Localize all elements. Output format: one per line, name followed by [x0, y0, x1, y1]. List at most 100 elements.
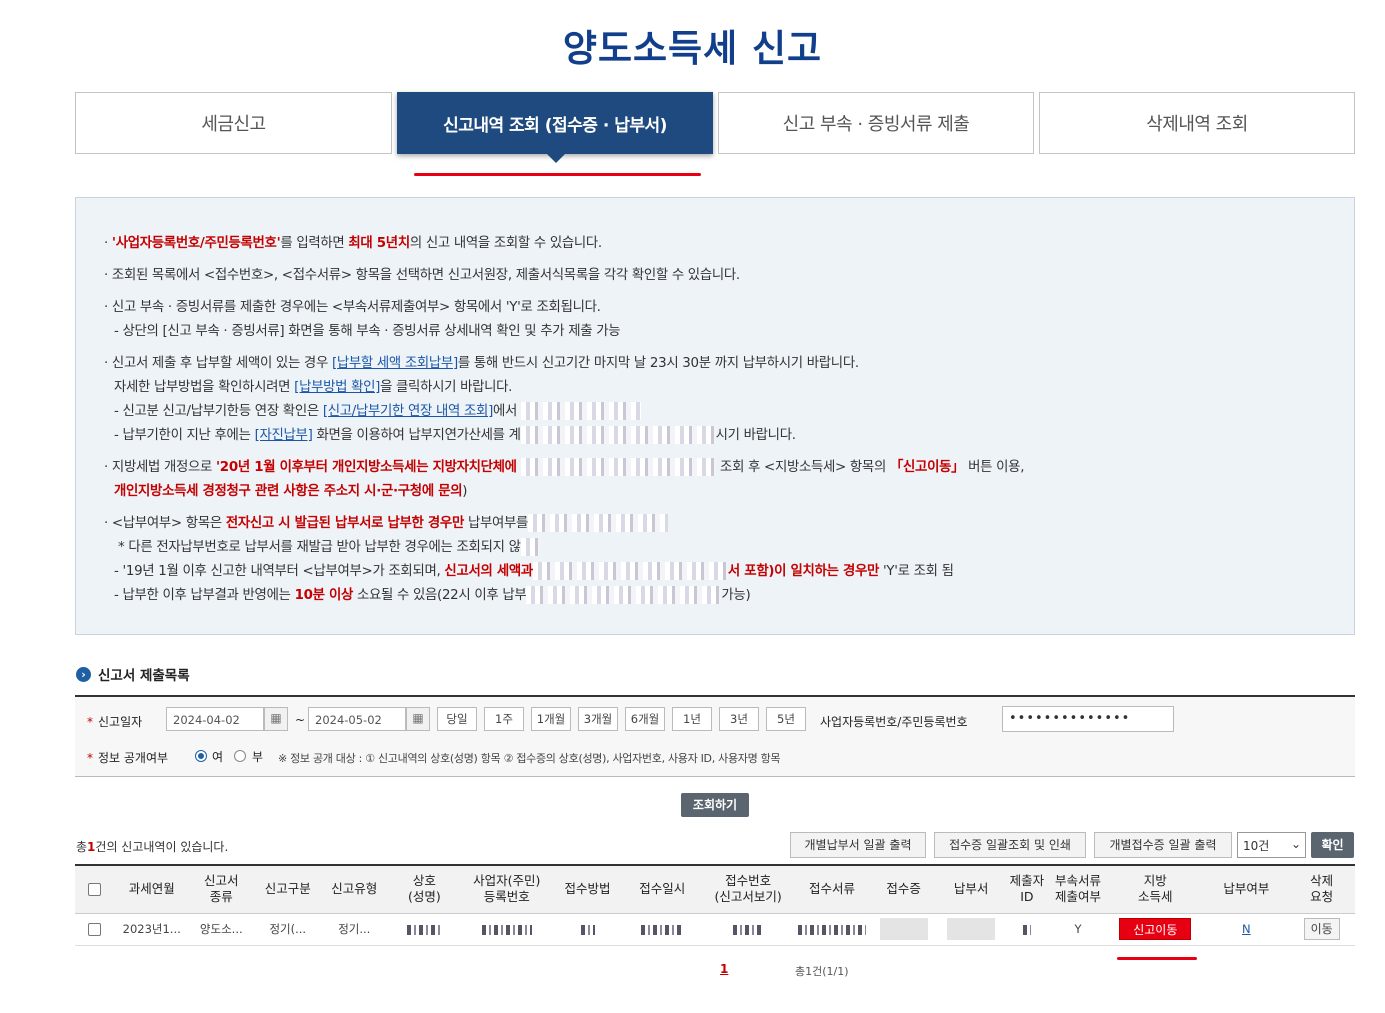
date-tilde: ~	[295, 713, 306, 727]
col-local-tax: 지방 소득세	[1106, 864, 1205, 914]
cell-payment-slip-redacted[interactable]	[938, 913, 1004, 946]
cell-local-tax: 신고이동	[1106, 913, 1205, 946]
paid-status-link[interactable]: N	[1242, 922, 1251, 936]
select-all-checkbox[interactable]	[75, 864, 115, 914]
registration-number-input[interactable]: ••••••••••••••	[1002, 706, 1174, 732]
redacted-area	[520, 426, 716, 444]
tab-highlight-mark	[414, 173, 701, 176]
cell-method-redacted	[551, 913, 624, 946]
link-self-payment[interactable]: [자진납부]	[255, 428, 313, 443]
public-no-label: 부	[252, 750, 264, 764]
local-tax-move-button[interactable]: 신고이동	[1119, 918, 1192, 940]
col-attachments: 부속서류 제출여부	[1049, 864, 1107, 914]
page-summary: 총1건(1/1)	[795, 965, 849, 978]
public-no-radio[interactable]	[234, 750, 246, 762]
notice-5: · 지방세법 개정으로 '20년 1월 이후부터 개인지방소득세는 지방자치단체…	[104, 458, 1025, 476]
col-reg-number: 사업자(주민) 등록번호	[461, 864, 552, 914]
date-label: * 신고일자	[87, 715, 143, 729]
cell-documents-redacted[interactable]	[795, 913, 869, 946]
print-payment-button[interactable]: 개별납부서 일괄 출력	[790, 832, 926, 858]
notice-6-sub3: - 납부한 이후 납부결과 반영에는 10분 이상 소요될 수 있음(22시 이…	[114, 586, 751, 604]
print-receipt-list-button[interactable]: 접수증 일괄조회 및 인쇄	[934, 832, 1086, 858]
redacted-area	[521, 458, 717, 476]
notice-1: · '사업자등록번호/주민등록번호'를 입력하면 최대 5년치의 신고 내역을 …	[104, 236, 602, 251]
active-tab-arrow	[546, 153, 566, 163]
date-to-input[interactable]: 2024-05-02	[308, 707, 406, 731]
link-extension-history[interactable]: [신고/납부기한 연장 내역 조회]	[323, 404, 493, 419]
col-kind: 신고유형	[321, 864, 387, 914]
tab-filing-history[interactable]: 신고내역 조회 (접수증 · 납부서)	[397, 92, 713, 163]
period-1week-button[interactable]: 1주	[484, 707, 524, 731]
cell-type: 정기(...	[254, 913, 322, 946]
link-payment-method[interactable]: [납부방법 확인]	[294, 380, 380, 395]
cell-datetime-redacted	[623, 913, 702, 946]
notice-4: · 신고서 제출 후 납부할 세액이 있는 경우 [납부할 세액 조회납부]를 …	[104, 356, 859, 371]
table-row: 2023년1... 양도소... 정기(... 정기... Y 신고이동 N 이…	[75, 913, 1355, 946]
notice-6: · <납부여부> 항목은 전자신고 시 발급된 납부서로 납부한 경우만 납부여…	[104, 511, 669, 532]
cell-receipt-number-redacted[interactable]	[701, 913, 796, 946]
page-title: 양도소득세 신고	[562, 27, 823, 70]
notice-6-sub1: * 다른 전자납부번호로 납부서를 재발급 받아 납부한 경우에는 조회되지 않	[118, 535, 541, 556]
notice-3: · 신고 부속 · 증빙서류를 제출한 경우에는 <부속서류제출여부> 항목에서…	[104, 300, 601, 315]
col-form: 신고서 종류	[188, 864, 255, 914]
table-header: 과세연월 신고서 종류 신고구분 신고유형 상호 (성명) 사업자(주민) 등록번호 …	[75, 864, 1355, 914]
public-yes-label: 여	[212, 750, 224, 764]
col-method: 접수방법	[551, 864, 624, 914]
calendar-icon[interactable]: ▦	[406, 707, 430, 731]
redacted-area	[520, 538, 541, 556]
cell-delete: 이동	[1288, 913, 1355, 946]
period-3month-button[interactable]: 3개월	[578, 707, 618, 731]
page-size-select[interactable]: 10건 ⌄	[1237, 832, 1306, 858]
col-delete: 삭제 요청	[1288, 864, 1355, 914]
tab-tax-filing[interactable]: 세금신고	[75, 92, 392, 154]
section-title: › 신고서 제출목록	[76, 664, 190, 684]
notice-2: · 조회된 목록에서 <접수번호>, <접수서류> 항목을 선택하면 신고서원장…	[104, 268, 740, 283]
calendar-icon[interactable]: ▦	[264, 707, 288, 731]
redacted-area	[526, 586, 722, 604]
redacted-area	[532, 562, 728, 580]
date-from-input[interactable]: 2024-04-02	[166, 707, 264, 731]
redacted-area	[521, 402, 642, 420]
confirm-button[interactable]: 확인	[1311, 832, 1354, 858]
page-link-current[interactable]: 1	[720, 962, 728, 976]
link-tax-payment[interactable]: [납부할 세액 조회납부]	[332, 356, 458, 371]
notice-4-line3: - 신고분 신고/납부기한등 연장 확인은 [신고/납부기한 연장 내역 조회]…	[114, 399, 642, 420]
cell-submitter-redacted	[1003, 913, 1050, 946]
public-yes-radio[interactable]	[195, 750, 207, 762]
print-receipt-button[interactable]: 개별접수증 일괄 출력	[1094, 832, 1232, 858]
public-label: * 정보 공개여부	[87, 751, 169, 765]
cell-kind: 정기...	[321, 913, 387, 946]
tab-attachments[interactable]: 신고 부속 · 증빙서류 제출	[718, 92, 1034, 154]
chevron-down-icon: ⌄	[1290, 837, 1301, 851]
search-button[interactable]: 조회하기	[681, 793, 749, 817]
id-label: 사업자등록번호/주민등록번호	[820, 715, 968, 729]
period-5year-button[interactable]: 5년	[766, 707, 806, 731]
row-checkbox[interactable]	[75, 913, 115, 946]
delete-request-button[interactable]: 이동	[1303, 918, 1340, 940]
notice-4-line2: 자세한 납부방법을 확인하시려면 [납부방법 확인]을 클릭하시기 바랍니다.	[114, 380, 513, 395]
period-today-button[interactable]: 당일	[437, 707, 477, 731]
cell-receipt-redacted[interactable]	[868, 913, 939, 946]
cell-name-redacted	[387, 913, 462, 946]
period-3year-button[interactable]: 3년	[719, 707, 759, 731]
notice-4-line4: - 납부기한이 지난 후에는 [자진납부] 화면을 이용하여 납부지연가산세를 …	[114, 426, 796, 444]
arrow-circle-icon: ›	[76, 666, 91, 682]
col-documents: 접수서류	[795, 864, 869, 914]
period-1year-button[interactable]: 1년	[672, 707, 712, 731]
col-receipt-number: 접수번호 (신고서보기)	[701, 864, 796, 914]
period-6month-button[interactable]: 6개월	[625, 707, 665, 731]
redacted-area	[528, 514, 669, 532]
period-1month-button[interactable]: 1개월	[531, 707, 571, 731]
tab-filing-history-label: 신고내역 조회 (접수증 · 납부서)	[443, 115, 667, 136]
notice-5-line2: 개인지방소득세 경정청구 관련 사항은 주소지 시·군·구청에 문의)	[114, 484, 468, 499]
col-period: 과세연월	[114, 864, 189, 914]
filing-table: 과세연월 신고서 종류 신고구분 신고유형 상호 (성명) 사업자(주민) 등록번호 …	[75, 864, 1355, 946]
col-payment-slip: 납부서	[938, 864, 1004, 914]
col-datetime: 접수일시	[623, 864, 702, 914]
local-tax-highlight-mark	[1117, 957, 1197, 960]
col-type: 신고구분	[254, 864, 322, 914]
search-panel: * 신고일자 2024-04-02 ▦ ~ 2024-05-02 ▦ 당일 1주 …	[75, 695, 1355, 777]
cell-period: 2023년1...	[114, 913, 189, 946]
tab-deleted-history[interactable]: 삭제내역 조회	[1039, 92, 1355, 154]
notice-6-sub2: - '19년 1월 이후 신고한 내역부터 <납부여부>가 조회되며, 신고서의…	[114, 562, 954, 580]
